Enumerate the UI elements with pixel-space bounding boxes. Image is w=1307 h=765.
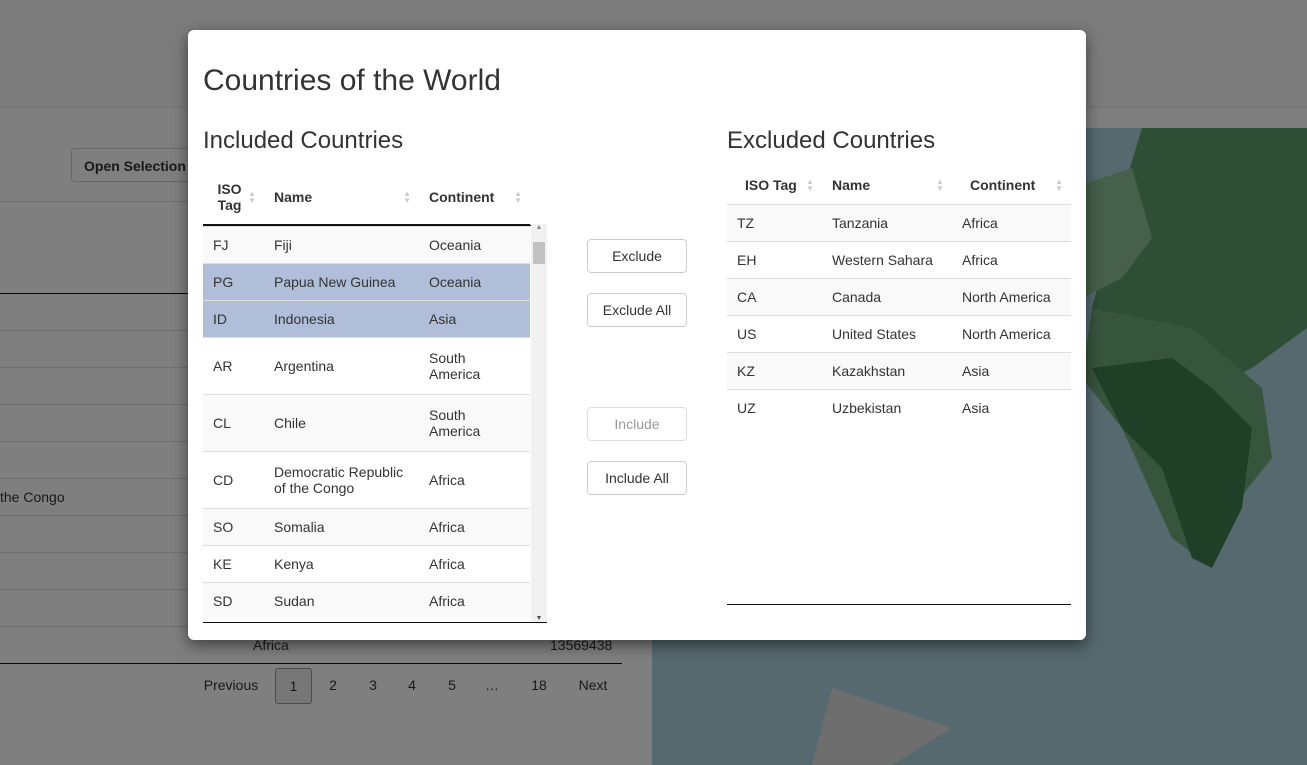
sort-icon: ▲ ▼ [514,188,522,205]
cell-name: Chile [264,393,419,451]
sort-icon: ▲ ▼ [806,176,814,193]
cell-continent: Africa [419,581,530,619]
cell-iso: EH [727,240,822,278]
cell-continent: Oceania [419,262,530,300]
cell-continent: North America [952,314,1071,352]
cell-name: Uzbekistan [822,388,952,426]
scroll-down-icon[interactable]: ▼ [531,615,547,622]
exclude-all-button[interactable]: Exclude All [587,293,687,327]
sort-icon: ▲ ▼ [1055,176,1063,193]
table-row[interactable]: ID Indonesia Asia [203,299,530,337]
excluded-heading: Excluded Countries [727,127,936,154]
include-all-button[interactable]: Include All [587,461,687,495]
table-row[interactable]: CL Chile South America [203,393,530,451]
sort-icon: ▲ ▼ [403,188,411,205]
included-table-body: FJ Fiji Oceania PG Papua New Guinea Oceania ID… [203,225,530,619]
included-heading: Included Countries [203,127,404,154]
cell-name: Somalia [264,507,419,545]
cell-continent: Africa [419,507,530,545]
cell-iso: SO [203,507,264,545]
included-table: ISO Tag ▲ ▼ Name ▲ ▼ Continent ▲ ▼ [203,170,530,225]
table-row[interactable]: CA Canada North America [727,277,1071,315]
cell-name: Canada [822,277,952,315]
cell-name: Sudan [264,581,419,619]
cell-continent: Africa [952,203,1071,241]
cell-continent: South America [419,393,530,451]
cell-continent: Asia [952,351,1071,389]
cell-iso: ID [203,299,264,337]
cell-name: Fiji [264,225,419,263]
scrollbar[interactable]: ▲ ▼ [531,224,547,622]
cell-iso: FJ [203,225,264,263]
excluded-table: ISO Tag ▲ ▼ Name ▲ ▼ Continent ▲ ▼ TZ Tanzania A… [727,166,1071,426]
sort-icon: ▲ ▼ [248,188,256,205]
cell-iso: SD [203,581,264,619]
cell-continent: Asia [952,388,1071,426]
cell-iso: TZ [727,203,822,241]
cell-continent: Asia [419,299,530,337]
included-table-wrap: ISO Tag ▲ ▼ Name ▲ ▼ Continent ▲ ▼ FJ Fiji Ocean… [203,170,547,623]
table-row[interactable]: KZ Kazakhstan Asia [727,351,1071,389]
table-row[interactable]: UZ Uzbekistan Asia [727,388,1071,426]
cell-iso: KZ [727,351,822,389]
modal-title: Countries of the World [203,64,501,97]
table-row[interactable]: SD Sudan Africa [203,581,530,619]
table-row[interactable]: AR Argentina South America [203,336,530,394]
include-button[interactable]: Include [587,407,687,441]
sort-icon: ▲ ▼ [936,176,944,193]
column-continent[interactable]: Continent ▲ ▼ [419,170,530,224]
column-iso[interactable]: ISO Tag ▲ ▼ [203,170,264,224]
cell-name: United States [822,314,952,352]
cell-continent: Africa [952,240,1071,278]
cell-iso: CA [727,277,822,315]
column-iso[interactable]: ISO Tag ▲ ▼ [727,166,822,204]
cell-name: Papua New Guinea [264,262,419,300]
cell-name: Democratic Republic of the Congo [264,450,419,508]
cell-continent: Africa [419,544,530,582]
table-row[interactable]: SO Somalia Africa [203,507,530,545]
table-row[interactable]: KE Kenya Africa [203,544,530,582]
table-row[interactable]: EH Western Sahara Africa [727,240,1071,278]
cell-continent: South America [419,336,530,394]
column-continent[interactable]: Continent ▲ ▼ [952,166,1071,204]
exclude-button[interactable]: Exclude [587,239,687,273]
cell-name: Indonesia [264,299,419,337]
cell-iso: UZ [727,388,822,426]
table-row[interactable]: TZ Tanzania Africa [727,203,1071,241]
countries-modal: Countries of the World Included Countrie… [188,30,1086,640]
table-row[interactable]: CD Democratic Republic of the Congo Africa [203,450,530,508]
table-row[interactable]: FJ Fiji Oceania [203,225,530,263]
cell-iso: KE [203,544,264,582]
cell-name: Kazakhstan [822,351,952,389]
scroll-up-icon[interactable]: ▲ [531,224,547,231]
scroll-thumb[interactable] [533,242,545,264]
cell-name: Western Sahara [822,240,952,278]
table-row[interactable]: US United States North America [727,314,1071,352]
cell-continent: Oceania [419,225,530,263]
cell-continent: North America [952,277,1071,315]
cell-continent: Africa [419,450,530,508]
cell-name: Argentina [264,336,419,394]
table-row[interactable]: PG Papua New Guinea Oceania [203,262,530,300]
cell-iso: US [727,314,822,352]
column-name[interactable]: Name ▲ ▼ [822,166,952,204]
cell-iso: PG [203,262,264,300]
cell-iso: CL [203,393,264,451]
cell-iso: CD [203,450,264,508]
excluded-table-wrap: ISO Tag ▲ ▼ Name ▲ ▼ Continent ▲ ▼ TZ Tanzania A… [727,166,1071,605]
column-name[interactable]: Name ▲ ▼ [264,170,419,224]
cell-name: Tanzania [822,203,952,241]
cell-name: Kenya [264,544,419,582]
cell-iso: AR [203,336,264,394]
